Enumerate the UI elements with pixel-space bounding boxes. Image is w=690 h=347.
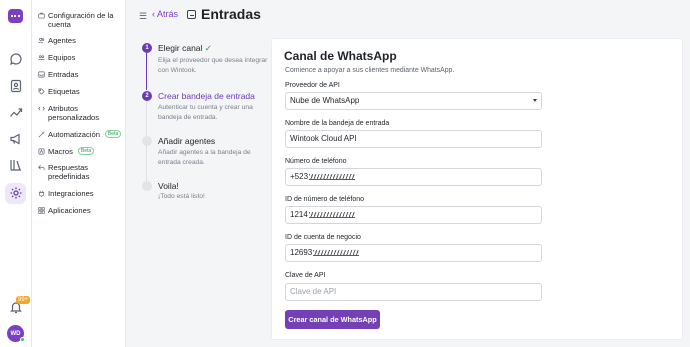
step-title: Voila!	[158, 181, 179, 191]
step-connector	[146, 100, 147, 138]
redaction-scribble	[308, 212, 355, 218]
step-number	[142, 181, 152, 191]
plug-icon	[38, 190, 45, 197]
inbox-name-value: Wintook Cloud API	[290, 134, 357, 143]
people-icon	[38, 37, 45, 44]
menu-item-applications[interactable]: Aplicaciones	[38, 206, 91, 215]
step-title: Añadir agentes	[158, 136, 216, 146]
phone-value: +523	[290, 172, 309, 181]
provider-select[interactable]: Nube de WhatsApp	[285, 92, 542, 110]
card-subtitle: Comience a apoyar a sus clientes mediant…	[285, 67, 455, 74]
tag-icon	[38, 88, 45, 95]
menu-item-macros[interactable]: Macros Beta	[38, 147, 95, 156]
phone-id-value: 1214	[290, 210, 308, 219]
redaction-scribble	[313, 250, 360, 256]
menu-item-label: Agentes	[48, 36, 76, 45]
phone-label: Número de teléfono	[285, 158, 347, 165]
page-header: ☰ ‹ Atrás Entradas	[126, 0, 690, 30]
inbox-icon	[38, 71, 45, 78]
menu-item-integrations[interactable]: Integraciones	[38, 189, 94, 198]
menu-item-label: Etiquetas	[48, 87, 80, 96]
menu-item-label: Automatización	[48, 130, 100, 139]
api-key-label: Clave de API	[285, 272, 326, 279]
menu-item-label: Entradas	[48, 70, 79, 79]
phone-id-input[interactable]: 1214	[285, 206, 542, 224]
menu-item-label: Integraciones	[48, 189, 94, 198]
whatsapp-channel-card: Canal de WhatsApp Comience a apoyar a su…	[271, 38, 683, 340]
phone-id-label: ID de número de teléfono	[285, 196, 364, 203]
briefcase-icon	[38, 12, 45, 19]
chevron-down-icon	[533, 99, 537, 102]
phone-input[interactable]: +523	[285, 168, 542, 186]
business-id-input[interactable]: 12693	[285, 244, 542, 262]
step-description: Elija el proveedor que desea integrar co…	[158, 57, 268, 74]
settings-menu: Configuración de la cuenta Agentes Equip…	[32, 0, 126, 347]
menu-item-canned-responses[interactable]: Respuestas predefinidas	[38, 163, 122, 181]
step-description: ¡Todo está listo!	[158, 193, 205, 200]
menu-item-label: Macros	[48, 147, 73, 156]
reports-icon[interactable]	[9, 105, 23, 119]
beta-badge: Beta	[77, 147, 95, 155]
step-description: Autenticar tu cuenta y crear una bandeja…	[158, 104, 253, 121]
icon-rail: 99+ WD	[0, 0, 32, 347]
step-description: Añadir agentes a la bandeja de entrada c…	[158, 149, 251, 166]
notification-badge: 99+	[16, 296, 31, 304]
api-key-placeholder: Clave de API	[290, 287, 337, 296]
check-icon: ✓	[204, 43, 212, 53]
inbox-title-icon	[187, 10, 196, 19]
code-icon	[38, 105, 45, 112]
menu-toggle-icon[interactable]: ☰	[139, 11, 147, 22]
redaction-scribble	[309, 174, 356, 180]
business-id-label: ID de cuenta de negocio	[285, 234, 361, 241]
menu-item-account-settings[interactable]: Configuración de la cuenta	[38, 11, 122, 29]
card-title: Canal de WhatsApp	[284, 49, 397, 63]
provider-selected-value: Nube de WhatsApp	[290, 96, 360, 105]
menu-item-custom-attributes[interactable]: Atributos personalizados	[38, 104, 122, 122]
page-title: Entradas	[201, 6, 261, 22]
inbox-name-input[interactable]: Wintook Cloud API	[285, 130, 542, 148]
menu-item-teams[interactable]: Equipos	[38, 53, 75, 62]
menu-item-label: Respuestas predefinidas	[48, 163, 90, 181]
logo-icon[interactable]	[8, 9, 23, 23]
step-number	[142, 136, 152, 146]
beta-badge: Beta	[104, 130, 122, 138]
menu-item-inboxes[interactable]: Entradas	[38, 70, 78, 79]
menu-item-label: Configuración de la cuenta	[48, 11, 114, 29]
step-connector	[146, 53, 147, 90]
step-title: Elegir canal ✓	[158, 43, 212, 53]
apps-icon	[38, 207, 45, 214]
menu-item-automation[interactable]: Automatización Beta	[38, 130, 122, 139]
back-button[interactable]: ‹ Atrás	[152, 9, 178, 19]
provider-label: Proveedor de API	[285, 82, 340, 89]
online-status-dot	[20, 337, 25, 342]
menu-item-labels[interactable]: Etiquetas	[38, 87, 80, 96]
create-channel-button[interactable]: Crear canal de WhatsApp	[285, 310, 380, 329]
campaigns-icon[interactable]	[9, 132, 23, 146]
chat-icon[interactable]	[9, 52, 23, 66]
team-icon	[38, 54, 45, 61]
settings-icon[interactable]	[9, 186, 23, 200]
step-connector	[146, 145, 147, 181]
api-key-input[interactable]: Clave de API	[285, 283, 542, 301]
library-icon[interactable]	[9, 158, 23, 172]
menu-item-label: Aplicaciones	[48, 206, 91, 215]
menu-item-label: Atributos personalizados	[48, 104, 100, 122]
back-label: Atrás	[157, 9, 179, 19]
inbox-name-label: Nombre de la bandeja de entrada	[285, 120, 390, 127]
step-number: 1	[142, 43, 152, 53]
automation-icon	[38, 131, 45, 138]
menu-item-agents[interactable]: Agentes	[38, 36, 76, 45]
menu-item-label: Equipos	[48, 53, 76, 62]
macro-icon	[38, 148, 45, 155]
contacts-icon[interactable]	[9, 79, 23, 93]
business-id-value: 12693	[290, 248, 313, 257]
reply-icon	[38, 164, 45, 171]
step-number: 2	[142, 91, 152, 101]
step-title: Crear bandeja de entrada	[158, 91, 255, 101]
